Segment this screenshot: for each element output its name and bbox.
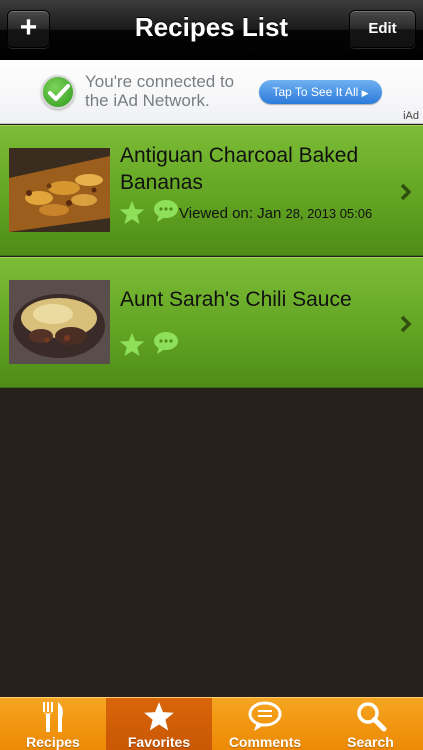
fork-knife-icon	[43, 702, 63, 732]
ad-banner[interactable]: You're connected to the iAd Network. Tap…	[0, 60, 423, 124]
recipe-row[interactable]: Aunt Sarah's Chili Sauce	[0, 257, 423, 388]
viewed-on-text: Viewed on: Jan 28, 2013 05:06	[179, 205, 372, 222]
checkmark-icon	[41, 75, 75, 109]
recipe-title: Aunt Sarah's Chili Sauce	[120, 288, 352, 311]
favorite-star-icon[interactable]	[118, 331, 146, 359]
comment-bubble-icon[interactable]	[153, 199, 179, 223]
recipe-thumbnail	[9, 148, 110, 232]
tab-search[interactable]: Search	[318, 698, 423, 750]
ad-brand-label: iAd	[403, 110, 419, 122]
viewed-date: 28, 2013 05:06	[285, 206, 373, 221]
star-icon	[144, 702, 174, 731]
ad-cta-button[interactable]: Tap To See It All ▶	[259, 80, 382, 104]
navigation-bar: + Recipes List Edit	[0, 0, 423, 60]
tab-label: Search	[347, 734, 394, 750]
tab-label: Recipes	[26, 734, 80, 750]
speech-bubble-icon	[248, 701, 282, 731]
tab-bar: Recipes Favorites Comments Search	[0, 697, 423, 750]
tab-recipes[interactable]: Recipes	[0, 698, 106, 750]
ad-cta-label: Tap To See It All	[272, 85, 359, 99]
recipe-title: Antiguan Charcoal Baked Bananas	[120, 144, 359, 194]
magnifier-icon	[356, 702, 386, 732]
recipe-row[interactable]: Antiguan Charcoal Baked Bananas Viewed o…	[0, 125, 423, 256]
tab-label: Comments	[228, 734, 302, 750]
recipe-thumbnail	[9, 280, 110, 364]
chevron-right-icon	[400, 183, 412, 201]
viewed-month: Jan	[257, 205, 282, 222]
favorite-star-icon[interactable]	[118, 199, 146, 227]
viewed-label: Viewed on:	[179, 205, 253, 222]
play-arrow-icon: ▶	[361, 88, 369, 98]
comment-bubble-icon[interactable]	[153, 331, 179, 355]
edit-button[interactable]: Edit	[349, 10, 416, 48]
chevron-right-icon	[400, 315, 412, 333]
tab-label: Favorites	[127, 734, 191, 750]
tab-comments[interactable]: Comments	[212, 698, 318, 750]
tab-favorites[interactable]: Favorites	[106, 698, 212, 750]
ad-message: You're connected to the iAd Network.	[85, 72, 235, 110]
